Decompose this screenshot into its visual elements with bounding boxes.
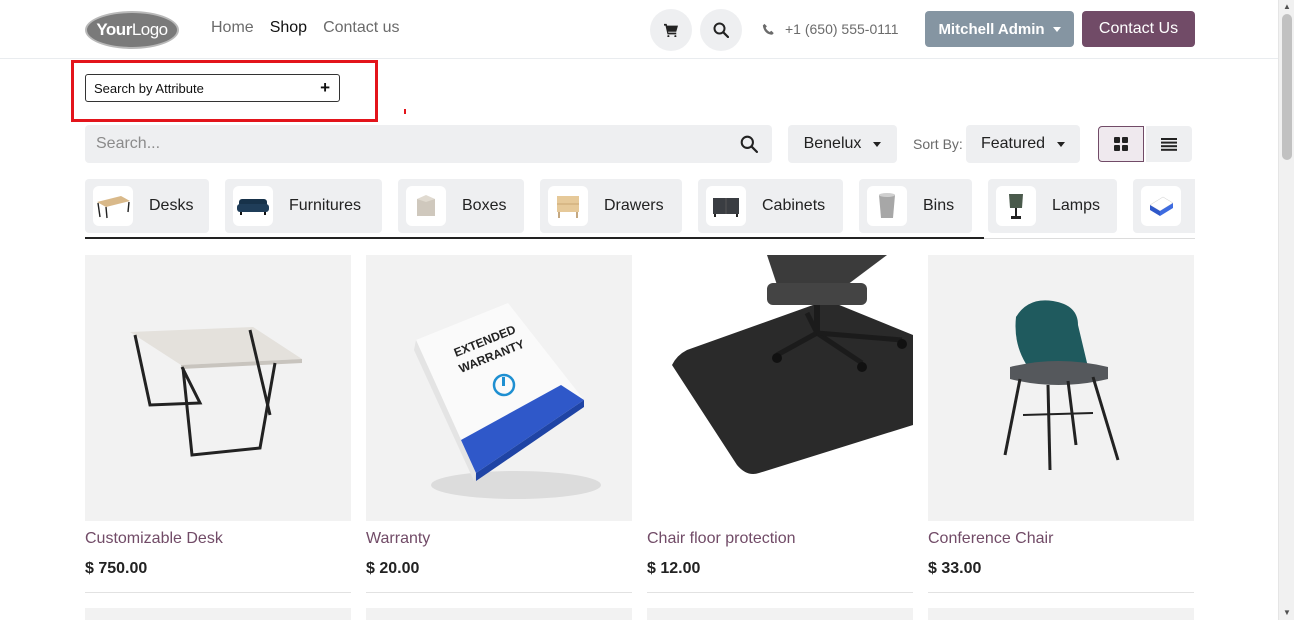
logo-text: Your (96, 20, 132, 39)
user-menu-button[interactable]: Mitchell Admin (925, 11, 1074, 47)
contact-us-button[interactable]: Contact Us (1082, 11, 1195, 47)
pricelist-value: Benelux (803, 135, 862, 152)
site-header: YourLogo Home Shop Contact us +1 (650) 5… (0, 0, 1278, 59)
category-furnitures[interactable]: Furnitures (225, 179, 382, 233)
product-name[interactable]: Customizable Desk (85, 530, 351, 552)
list-icon (1161, 137, 1177, 151)
product-card[interactable]: Customizable Desk $ 750.00 (85, 255, 351, 593)
logo-text-thin: Logo (131, 20, 168, 39)
product-image-floor-protection[interactable] (647, 255, 913, 521)
card-divider (366, 592, 632, 593)
site-logo[interactable]: YourLogo (85, 11, 179, 49)
category-scroll-indicator (85, 237, 984, 239)
product-name[interactable]: Conference Chair (928, 530, 1194, 552)
product-name[interactable]: Warranty (366, 530, 632, 552)
grid-icon (1114, 137, 1128, 151)
product-card[interactable]: EXTENDED WARRANTY Warranty $ 20.00 (366, 255, 632, 593)
product-card[interactable]: Conference Chair $ 33.00 (928, 255, 1194, 593)
chevron-down-icon (1052, 26, 1061, 32)
box-thumbnail (406, 186, 446, 226)
chevron-down-icon (1057, 141, 1066, 147)
product-price: $ 750.00 (85, 560, 148, 577)
category-bins[interactable]: Bins (859, 179, 972, 233)
search-input[interactable] (96, 135, 696, 153)
cart-button[interactable] (650, 9, 692, 51)
category-label: Desks (149, 197, 194, 214)
scrollbar-thumb[interactable] (1282, 14, 1292, 160)
product-price: $ 20.00 (366, 560, 420, 577)
vertical-scrollbar[interactable]: ▲ ▼ (1278, 0, 1294, 620)
attribute-search-label: Search by Attribute (94, 80, 204, 96)
cart-icon (664, 23, 678, 37)
cabinet-thumbnail (706, 186, 746, 226)
nav-shop[interactable]: Shop (270, 19, 307, 37)
category-label: Drawers (604, 197, 664, 214)
desk-thumbnail (93, 186, 133, 226)
user-name: Mitchell Admin (938, 20, 1045, 38)
category-partial[interactable] (1133, 179, 1195, 233)
box-thumbnail (1141, 186, 1181, 226)
sofa-thumbnail (233, 186, 273, 226)
main-nav: Home Shop Contact us (211, 19, 400, 37)
category-carousel: Desks Furnitures Boxes Drawers Cabinets … (85, 179, 1195, 239)
chevron-down-icon (873, 141, 882, 147)
product-search-bar (85, 125, 772, 163)
nav-contact-us[interactable]: Contact us (323, 19, 399, 37)
search-toggle-button[interactable] (700, 9, 742, 51)
product-card-partial[interactable] (647, 608, 913, 620)
product-card-partial[interactable] (366, 608, 632, 620)
product-image-warranty[interactable]: EXTENDED WARRANTY (366, 255, 632, 521)
product-price: $ 33.00 (928, 560, 982, 577)
product-card-partial[interactable] (928, 608, 1194, 620)
bin-thumbnail (867, 186, 907, 226)
product-card[interactable]: Chair floor protection $ 12.00 (647, 255, 913, 593)
lamp-thumbnail (996, 186, 1036, 226)
category-label: Furnitures (289, 197, 362, 214)
phone-icon (762, 23, 774, 35)
category-label: Lamps (1052, 197, 1101, 214)
search-icon[interactable] (740, 135, 758, 153)
category-label: Cabinets (762, 197, 826, 214)
grid-view-button[interactable] (1098, 126, 1144, 162)
list-view-button[interactable] (1146, 126, 1192, 162)
category-boxes[interactable]: Boxes (398, 179, 524, 233)
product-image-chair[interactable] (928, 255, 1194, 521)
category-lamps[interactable]: Lamps (988, 179, 1117, 233)
plus-icon: + (320, 78, 330, 97)
category-label: Bins (923, 197, 955, 214)
card-divider (928, 592, 1194, 593)
red-mark (404, 109, 406, 114)
category-cabinets[interactable]: Cabinets (698, 179, 843, 233)
scroll-down-icon[interactable]: ▼ (1279, 606, 1294, 620)
sort-value: Featured (980, 135, 1046, 152)
product-price: $ 12.00 (647, 560, 701, 577)
card-divider (647, 592, 913, 593)
phone-link[interactable]: +1 (650) 555-0111 (762, 21, 899, 37)
category-label: Boxes (462, 197, 507, 214)
product-card-partial[interactable] (85, 608, 351, 620)
category-desks[interactable]: Desks (85, 179, 209, 233)
product-name[interactable]: Chair floor protection (647, 530, 913, 552)
product-image-desk[interactable] (85, 255, 351, 521)
card-divider (85, 592, 351, 593)
search-icon (713, 22, 729, 38)
attribute-search-toggle[interactable]: Search by Attribute + (85, 74, 340, 102)
nav-home[interactable]: Home (211, 19, 254, 37)
pricelist-dropdown[interactable]: Benelux (788, 125, 897, 163)
sort-dropdown[interactable]: Featured (966, 125, 1080, 163)
category-divider (984, 238, 1195, 239)
phone-number: +1 (650) 555-0111 (785, 21, 899, 37)
drawer-thumbnail (548, 186, 588, 226)
sort-label: Sort By: (913, 136, 963, 152)
scroll-up-icon[interactable]: ▲ (1279, 0, 1294, 14)
category-drawers[interactable]: Drawers (540, 179, 682, 233)
